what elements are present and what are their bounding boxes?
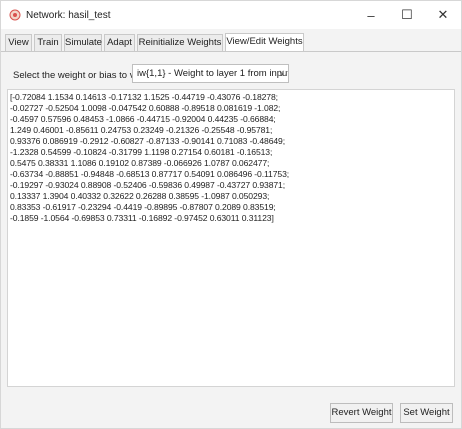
window-controls: – ☐ ✕	[353, 1, 461, 29]
tab-reinitialize-weights[interactable]: Reinitialize Weights	[137, 34, 223, 51]
weight-select-value: iw{1,1} - Weight to layer 1 from input 1	[137, 68, 289, 79]
neural-network-app-icon	[9, 9, 21, 21]
maximize-button[interactable]: ☐	[389, 1, 425, 29]
title-bar[interactable]: Network: hasil_test – ☐ ✕	[1, 1, 461, 29]
minimize-button[interactable]: –	[353, 1, 389, 29]
window-title: Network: hasil_test	[26, 9, 111, 21]
tab-view-edit-weights[interactable]: View/Edit Weights	[225, 33, 304, 51]
matrix-row: -0.1859 -1.0564 -0.69853 0.73311 -0.1689…	[10, 213, 274, 223]
matrix-row: -0.19297 -0.93024 0.88908 -0.52406 -0.59…	[10, 180, 286, 190]
tab-bar: View Train Simulate Adapt Reinitialize W…	[1, 31, 461, 52]
close-button[interactable]: ✕	[425, 1, 461, 29]
tab-train[interactable]: Train	[34, 34, 62, 51]
tab-simulate[interactable]: Simulate	[64, 34, 102, 51]
matrix-row: -0.02727 -0.52504 1.0098 -0.047542 0.608…	[10, 103, 281, 113]
revert-weight-button[interactable]: Revert Weight	[330, 403, 393, 423]
matrix-row: -1.2328 0.54599 -0.10824 -0.31799 1.1198…	[10, 147, 273, 157]
weight-bias-select[interactable]: iw{1,1} - Weight to layer 1 from input 1…	[132, 64, 289, 83]
chevron-down-icon: ∨	[278, 68, 285, 78]
set-weight-button[interactable]: Set Weight	[400, 403, 453, 423]
matrix-row: 0.13337 1.3904 0.40332 0.32622 0.26288 0…	[10, 191, 270, 201]
matrix-row: 1.249 0.46001 -0.85611 0.24753 0.23249 -…	[10, 125, 273, 135]
tab-adapt[interactable]: Adapt	[104, 34, 135, 51]
matrix-row: -0.63734 -0.88851 -0.94848 -0.68513 0.87…	[10, 169, 290, 179]
network-window: Network: hasil_test – ☐ ✕ View Train Sim…	[0, 0, 462, 429]
matrix-row: [-0.72084 1.1534 0.14613 -0.17132 1.1525…	[10, 92, 278, 102]
matrix-row: 0.5475 0.38331 1.1086 0.19102 0.87389 -0…	[10, 158, 270, 168]
tab-view[interactable]: View	[5, 34, 32, 51]
view-edit-weights-panel: Select the weight or bias to view: iw{1,…	[1, 52, 461, 397]
weight-select-label: Select the weight or bias to view:	[13, 70, 152, 81]
matrix-row: 0.93376 0.086919 -0.2912 -0.60827 -0.871…	[10, 136, 286, 146]
matrix-row: -0.4597 0.57596 0.48453 -1.0866 -0.44715…	[10, 114, 276, 124]
button-bar: Revert Weight Set Weight	[1, 397, 461, 428]
weight-matrix-text-area[interactable]: [-0.72084 1.1534 0.14613 -0.17132 1.1525…	[7, 89, 455, 387]
matrix-row: 0.83353 -0.61917 -0.23294 -0.4419 -0.898…	[10, 202, 276, 212]
